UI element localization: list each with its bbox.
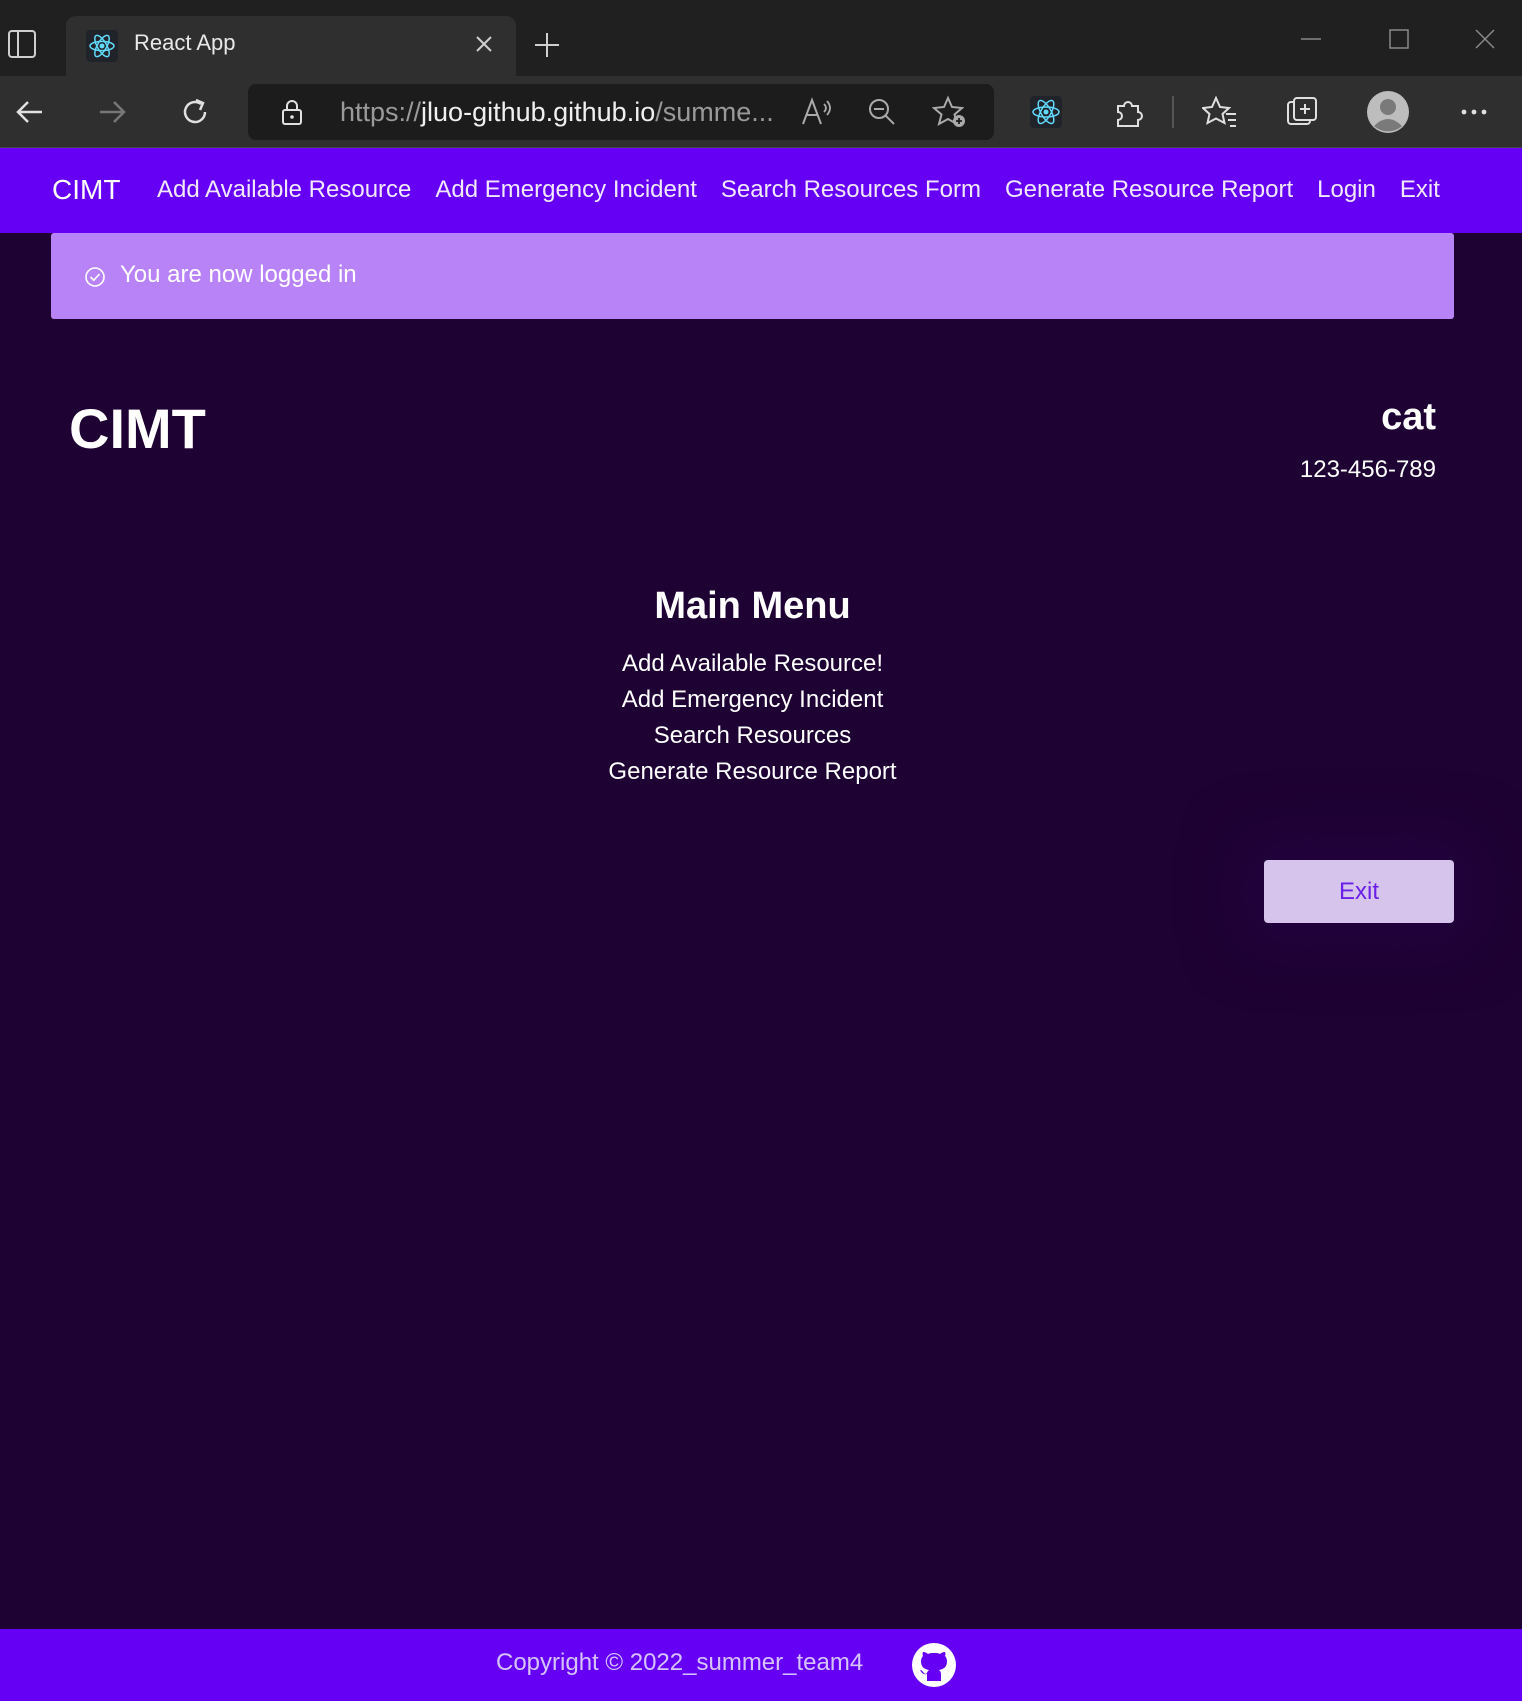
minimize-icon[interactable] bbox=[1296, 24, 1326, 54]
browser-tab[interactable]: React App bbox=[66, 16, 516, 76]
nav-link-add-available-resource[interactable]: Add Available Resource bbox=[157, 176, 411, 204]
user-phone: 123-456-789 bbox=[1299, 456, 1436, 483]
forward-icon[interactable] bbox=[94, 94, 130, 130]
extensions-icon[interactable] bbox=[1110, 94, 1146, 130]
github-icon[interactable] bbox=[910, 1641, 958, 1689]
read-aloud-icon[interactable] bbox=[800, 96, 834, 128]
more-options-icon[interactable] bbox=[1456, 94, 1492, 130]
navbar-brand[interactable]: CIMT bbox=[52, 174, 120, 206]
url-text: https://jluo-github.github.io/summe... bbox=[340, 97, 774, 127]
app-navbar: CIMT Add Available Resource Add Emergenc… bbox=[0, 148, 1522, 233]
menu-item-generate-resource-report[interactable]: Generate Resource Report bbox=[0, 754, 1505, 790]
react-icon bbox=[86, 30, 118, 62]
zoom-out-icon[interactable] bbox=[866, 96, 898, 128]
refresh-icon[interactable] bbox=[177, 94, 213, 130]
address-bar[interactable]: https://jluo-github.github.io/summe... bbox=[248, 84, 994, 140]
nav-link-generate-resource-report[interactable]: Generate Resource Report bbox=[1005, 176, 1293, 204]
maximize-icon[interactable] bbox=[1384, 24, 1414, 54]
tab-actions-icon[interactable] bbox=[8, 30, 36, 58]
menu-item-add-emergency-incident[interactable]: Add Emergency Incident bbox=[0, 682, 1505, 718]
login-success-alert: You are now logged in bbox=[51, 233, 1454, 319]
navbar-links: Add Available Resource Add Emergency Inc… bbox=[157, 176, 1464, 204]
nav-link-add-emergency-incident[interactable]: Add Emergency Incident bbox=[435, 176, 696, 204]
footer-copyright: Copyright © 2022_summer_team4 bbox=[496, 1649, 864, 1676]
back-icon[interactable] bbox=[12, 94, 48, 130]
check-circle-icon bbox=[85, 267, 105, 287]
toolbar-divider bbox=[1172, 96, 1174, 128]
favorites-icon[interactable] bbox=[1202, 94, 1238, 130]
main-menu-list: Add Available Resource! Add Emergency In… bbox=[0, 646, 1505, 790]
user-name: cat bbox=[1381, 396, 1436, 438]
react-devtools-icon[interactable] bbox=[1028, 94, 1064, 130]
alert-message: You are now logged in bbox=[120, 261, 357, 288]
menu-item-search-resources[interactable]: Search Resources bbox=[0, 718, 1505, 754]
close-tab-icon[interactable] bbox=[472, 32, 496, 56]
page-logo: CIMT bbox=[69, 397, 206, 460]
new-tab-icon[interactable] bbox=[532, 30, 562, 60]
nav-link-search-resources-form[interactable]: Search Resources Form bbox=[721, 176, 981, 204]
nav-link-login[interactable]: Login bbox=[1317, 176, 1376, 204]
exit-button[interactable]: Exit bbox=[1264, 860, 1454, 923]
tab-title: React App bbox=[134, 30, 236, 55]
browser-tab-bar: React App bbox=[0, 0, 1522, 76]
browser-toolbar: https://jluo-github.github.io/summe... bbox=[0, 76, 1522, 148]
collections-icon[interactable] bbox=[1284, 94, 1320, 130]
profile-avatar-icon[interactable] bbox=[1366, 90, 1410, 134]
lock-icon[interactable] bbox=[278, 98, 306, 126]
footer: Copyright © 2022_summer_team4 bbox=[0, 1629, 1522, 1701]
menu-item-add-available-resource[interactable]: Add Available Resource! bbox=[0, 646, 1505, 682]
nav-link-exit[interactable]: Exit bbox=[1400, 176, 1440, 204]
close-window-icon[interactable] bbox=[1470, 24, 1500, 54]
add-favorite-icon[interactable] bbox=[932, 94, 968, 130]
main-menu-title: Main Menu bbox=[654, 585, 851, 627]
